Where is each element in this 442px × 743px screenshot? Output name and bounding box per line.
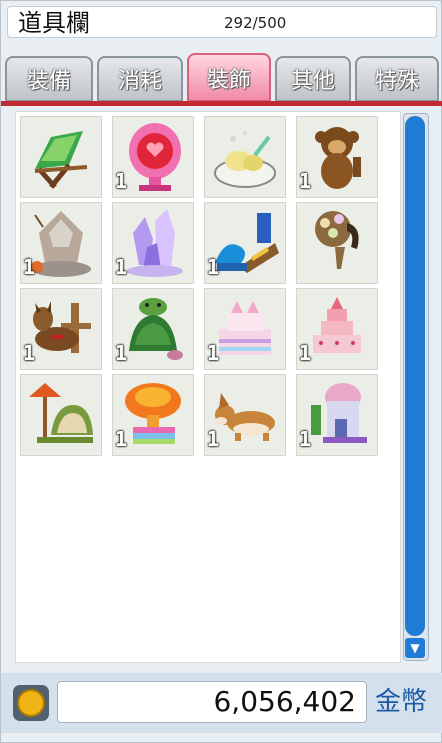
ice-cream-bowl-icon	[214, 131, 276, 188]
item-slot[interactable]: 1	[112, 202, 194, 284]
tab-consume[interactable]: 消耗	[97, 56, 183, 102]
item-slot[interactable]: 1	[296, 116, 378, 198]
item-scrollbar[interactable]: ▼	[403, 113, 429, 661]
inventory-window: 道具欄 292/500 裝備 消耗 裝飾 其他 特殊 1 1 1 1 1 1 1…	[0, 0, 442, 743]
currency-label: 金幣	[375, 687, 428, 717]
slot-count: 292/500	[224, 14, 287, 32]
item-slot[interactable]: 1	[204, 288, 286, 370]
coin-icon	[13, 685, 49, 721]
item-quantity: 1	[115, 341, 128, 365]
item-slot[interactable]: 1	[204, 374, 286, 456]
item-slot[interactable]: 1	[296, 374, 378, 456]
scroll-down-arrow-icon[interactable]: ▼	[405, 638, 425, 658]
item-quantity: 1	[23, 341, 36, 365]
money-amount: 6,056,402	[57, 681, 367, 723]
item-slot[interactable]	[204, 116, 286, 198]
item-slot[interactable]: 1	[204, 202, 286, 284]
tab-etc[interactable]: 其他	[275, 56, 351, 102]
item-slot[interactable]: 1	[112, 288, 194, 370]
item-slot[interactable]: 1	[20, 288, 102, 370]
horse-hat-icon	[315, 211, 359, 269]
money-bar: 6,056,402 金幣	[1, 673, 442, 733]
item-quantity: 1	[299, 341, 312, 365]
scroll-thumb[interactable]	[405, 116, 425, 636]
item-quantity: 1	[23, 255, 36, 279]
item-quantity: 1	[207, 255, 220, 279]
title-bar[interactable]: 道具欄 292/500	[7, 6, 437, 38]
lamp-house-icon	[29, 383, 93, 443]
tab-underline	[1, 101, 442, 106]
item-quantity: 1	[115, 427, 128, 451]
item-quantity: 1	[207, 341, 220, 365]
item-grid: 1 1 1 1 1 1 1 1 1 1 1 1	[15, 111, 401, 663]
item-slot[interactable]: 1	[112, 116, 194, 198]
item-quantity: 1	[299, 169, 312, 193]
beach-chair-icon	[34, 131, 88, 189]
item-quantity: 1	[115, 255, 128, 279]
item-slot[interactable]: 1	[296, 288, 378, 370]
tab-decor[interactable]: 裝飾	[187, 53, 271, 102]
tab-special[interactable]: 特殊	[355, 56, 439, 102]
item-quantity: 1	[207, 427, 220, 451]
item-quantity: 1	[115, 169, 128, 193]
tab-equip[interactable]: 裝備	[5, 56, 93, 102]
item-slot[interactable]: 1	[112, 374, 194, 456]
item-slot[interactable]	[296, 202, 378, 284]
item-slot[interactable]: 1	[20, 202, 102, 284]
item-slot[interactable]	[20, 116, 102, 198]
category-tabs: 裝備 消耗 裝飾 其他 特殊	[1, 53, 442, 103]
item-slot[interactable]	[20, 374, 102, 456]
window-title: 道具欄	[18, 9, 90, 37]
item-quantity: 1	[299, 427, 312, 451]
